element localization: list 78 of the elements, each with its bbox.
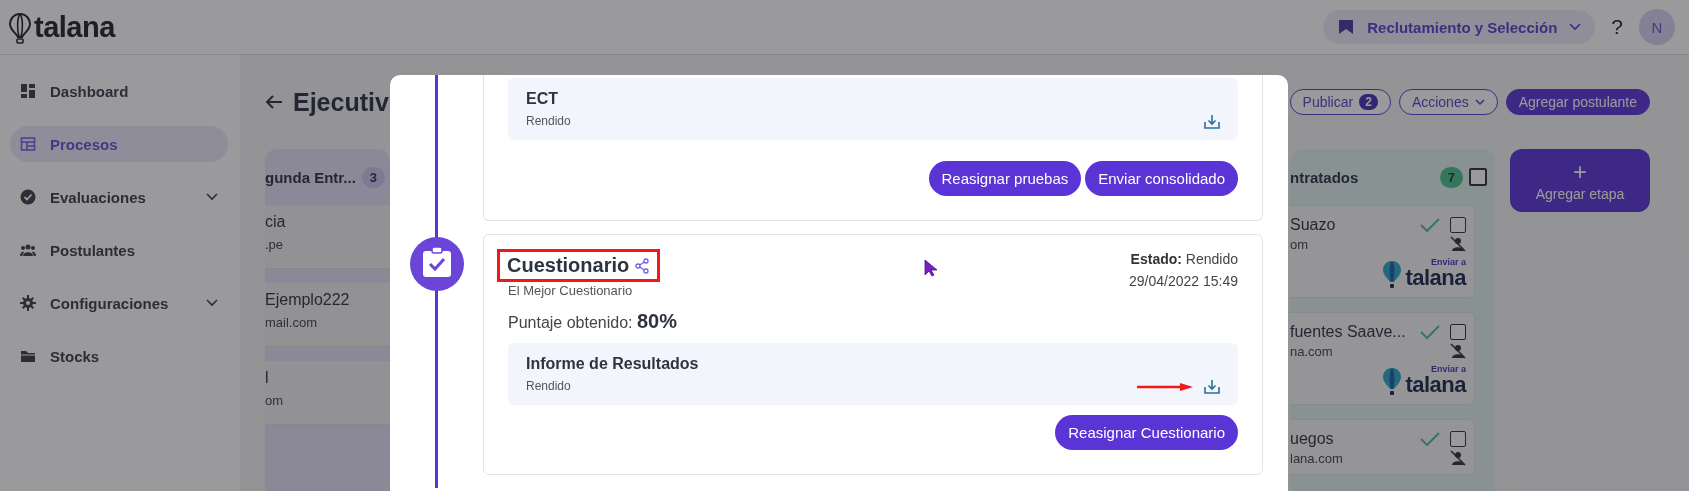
chevron-down-icon: [1569, 23, 1582, 31]
applicant-name: uegos: [1290, 430, 1335, 448]
balloon-icon: [1381, 365, 1404, 396]
sidebar-item[interactable]: Procesos: [10, 126, 228, 162]
count-badge: 2: [1359, 94, 1378, 110]
checkbox[interactable]: [1450, 324, 1466, 340]
send-to-talana-button[interactable]: Enviar a talana: [1381, 258, 1466, 289]
count-badge: 7: [1439, 166, 1463, 188]
count-badge: 3: [361, 166, 386, 188]
applicant-card[interactable]: cia .pe: [265, 205, 390, 269]
check-circle-icon: [20, 189, 36, 205]
bookmark-icon: [1337, 18, 1356, 36]
file-status: Rendido: [526, 379, 572, 393]
applicant-name: Ejemplo222: [265, 291, 351, 309]
logo-text: talana: [34, 10, 115, 44]
balloon-icon: [1381, 258, 1404, 289]
status-text: Estado: Rendido: [1129, 251, 1238, 267]
column-title: gunda Entr...: [265, 168, 356, 186]
date-text: 29/04/2022 15:49: [1129, 273, 1238, 289]
applicant-name: Suazo: [1290, 216, 1337, 234]
balloon-icon: [8, 11, 32, 44]
applicant-email: om: [265, 393, 285, 408]
person-off-icon: [1450, 343, 1466, 359]
module-selector[interactable]: Reclutamiento y Selección: [1323, 10, 1596, 44]
applicant-card[interactable]: Suazo om Enviar a talana: [1290, 205, 1475, 298]
checkbox[interactable]: [1450, 431, 1466, 447]
download-icon[interactable]: [1204, 379, 1220, 395]
applicant-card[interactable]: fuentes Saave... na.com Enviar a talana: [1290, 312, 1475, 405]
folder-icon: [20, 348, 36, 364]
clipboard-check-icon: [409, 237, 464, 291]
page-title: Ejecutiv: [293, 87, 389, 117]
file-status: Rendido: [526, 114, 572, 128]
applicant-name: fuentes Saave...: [1290, 323, 1407, 341]
score-text: Puntaje obtenido: 80%: [508, 310, 679, 333]
applicant-card[interactable]: Ejemplo222 mail.com: [265, 283, 390, 347]
download-icon[interactable]: [1204, 114, 1220, 130]
action-button[interactable]: Enviar consolidado: [1085, 161, 1238, 196]
action-button[interactable]: Reasignar pruebas: [928, 161, 1082, 196]
person-off-icon: [1450, 236, 1466, 252]
add-stage-button[interactable]: + Agregar etapa: [1510, 149, 1650, 212]
applicant-name: l: [265, 369, 270, 387]
chevron-down-icon: [1474, 98, 1485, 106]
user-avatar[interactable]: N: [1639, 9, 1675, 45]
questionnaire-subtitle: El Mejor Cuestionario: [508, 283, 634, 298]
file-title: Informe de Resultados: [526, 355, 700, 373]
pointer-arrow: [1136, 382, 1194, 392]
applicant-card[interactable]: uegos lana.com: [1290, 419, 1475, 475]
applicant-email: mail.com: [265, 315, 318, 330]
checkbox[interactable]: [1469, 168, 1487, 186]
applicant-name: cia: [265, 213, 287, 231]
questionnaire-title: Cuestionario: [507, 254, 630, 277]
publish-button[interactable]: Publicar 2: [1289, 89, 1391, 115]
action-button[interactable]: Reasignar Cuestionario: [1055, 415, 1238, 450]
back-arrow-icon[interactable]: [265, 94, 283, 110]
applicant-email: na.com: [1290, 343, 1334, 359]
applicant-card[interactable]: l om: [265, 361, 390, 425]
checkbox[interactable]: [1450, 217, 1466, 233]
applicant-email: lana.com: [1290, 450, 1344, 466]
cursor-icon: [924, 259, 938, 277]
sidebar-item[interactable]: Dashboard: [10, 73, 228, 109]
add-applicant-button[interactable]: Agregar postulante: [1505, 89, 1650, 115]
applicant-email: .pe: [265, 237, 285, 252]
share-icon[interactable]: [635, 257, 650, 274]
column-title: ntratados: [1290, 168, 1360, 186]
table-icon: [20, 136, 36, 152]
person-off-icon: [1450, 450, 1466, 466]
gear-icon: [20, 295, 36, 311]
sidebar-item[interactable]: Evaluaciones: [10, 179, 228, 215]
sidebar-item[interactable]: Stocks: [10, 338, 228, 374]
actions-dropdown[interactable]: Acciones: [1398, 89, 1498, 115]
help-button[interactable]: ?: [1611, 15, 1623, 39]
file-title: ECT: [526, 90, 559, 108]
sidebar-item[interactable]: Configuraciones: [10, 285, 228, 321]
sidebar-item[interactable]: Postulantes: [10, 232, 228, 268]
people-icon: [20, 242, 36, 258]
dashboard-icon: [20, 83, 36, 99]
send-to-talana-button[interactable]: Enviar a talana: [1381, 365, 1466, 396]
applicant-email: om: [1290, 236, 1310, 252]
